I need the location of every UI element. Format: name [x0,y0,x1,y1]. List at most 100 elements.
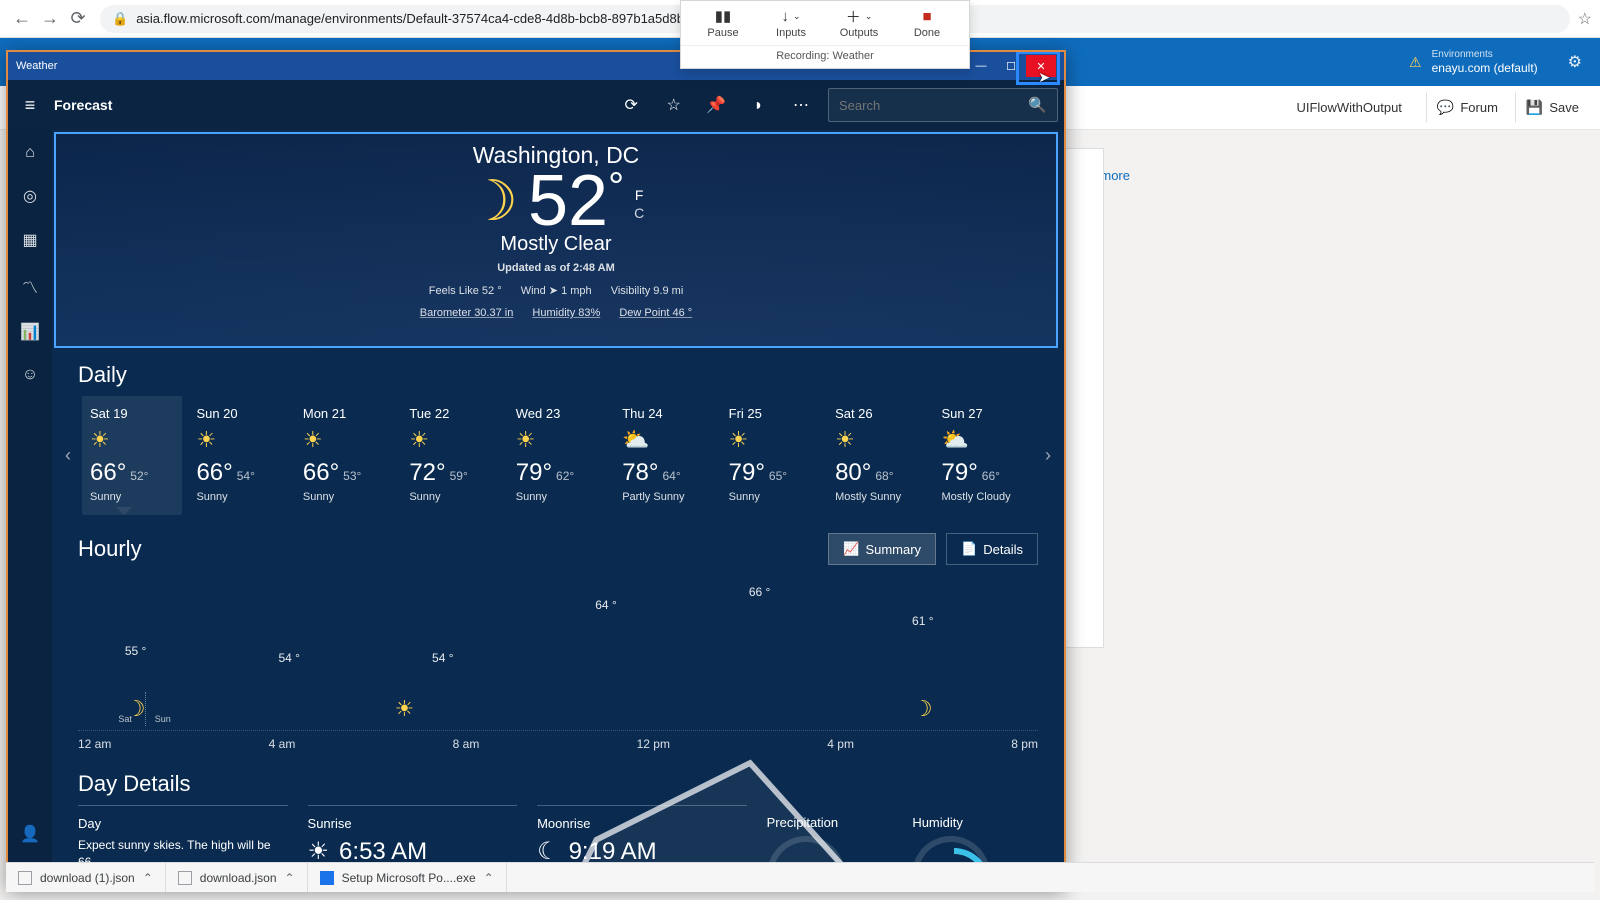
daily-card[interactable]: Fri 25 ☀ 79° 65° Sunny [721,396,821,515]
weather-icon: ☀ [303,427,387,453]
recorder-outputs-button[interactable]: ＋⌄Outputs [825,5,893,39]
low-temp: 66° [982,469,1000,483]
refresh-icon[interactable]: ⟳ [612,95,650,115]
high-temp: 78° [622,459,658,486]
download-chip[interactable]: download (1).json⌃ [6,863,166,892]
day-name: Mon 21 [303,406,387,421]
day-name: Fri 25 [729,406,813,421]
day-condition: Mostly Sunny [835,491,919,503]
current-conditions-hero[interactable]: Washington, DC ☽ 52° F C Mostly Clear Up… [54,132,1058,348]
daily-card[interactable]: Sun 27⛅79°66°Mostly Cloudy [934,396,1034,515]
daily-card[interactable]: Sun 20☀66°54°Sunny [188,396,288,515]
hourly-title: Hourly [78,536,142,562]
environment-picker[interactable]: Environments enayu.com (default) [1432,49,1538,75]
forum-link[interactable]: 💬Forum [1426,92,1509,123]
high-temp: 80° [835,459,871,486]
hourly-point: 54 ° [432,651,453,665]
pause-icon: ▮▮ [689,5,757,27]
low-temp: 65° [769,469,787,483]
low-temp: 62° [556,469,574,483]
day-name: Sun 27 [942,406,1026,421]
weather-top-bar: ≡ Forecast ⟳ ☆ 📌 ◗ ⋯ 🔍 [8,80,1064,130]
daily-prev-button[interactable]: ‹ [60,445,76,466]
weather-icon: ☀ [516,427,600,453]
favorite-icon[interactable]: ☆ [655,95,693,115]
daily-next-button[interactable]: › [1040,445,1056,466]
unit-f[interactable]: F [634,186,644,204]
day-condition: Sunny [409,491,493,503]
radar-icon[interactable]: ◎ [23,186,37,206]
weather-icon: ☀ [835,427,919,453]
top-icons: ⟳ ☆ 📌 ◗ ⋯ [612,95,820,115]
stop-icon: ■ [893,5,961,27]
unit-c[interactable]: C [634,204,644,222]
metrics-row-1: Feels Like 52 ° Wind ➤ 1 mph Visibility … [56,284,1056,297]
current-temp: 52 [528,161,608,241]
high-temp: 72° [409,459,445,486]
high-temp: 79° [942,459,978,486]
hamburger-icon[interactable]: ≡ [16,95,44,116]
maximize-button[interactable]: ☐ [996,55,1026,77]
recorder-done-button[interactable]: ■Done [893,5,961,39]
save-button[interactable]: 💾Save [1515,92,1590,123]
moon-icon[interactable]: ◗ [740,97,778,115]
chevron-down-icon: ⌄ [793,11,801,22]
daily-card[interactable]: Sat 19☀66°52°Sunny [82,396,182,515]
history-icon[interactable]: 📊 [20,322,40,342]
moon-icon: ☽ [913,696,933,722]
close-button[interactable]: ✕ ➤ [1026,55,1056,77]
day-condition: Mostly Cloudy [942,491,1026,503]
downloads-bar: download (1).json⌃ download.json⌃ Setup … [6,862,1594,892]
more-icon[interactable]: ⋯ [782,95,820,115]
chevron-up-icon[interactable]: ⌃ [285,871,295,885]
page-title: Forecast [54,97,112,113]
updated-text: Updated as of 2:48 AM [56,262,1056,274]
low-temp: 64° [662,469,680,483]
weather-icon: ☀ [729,427,813,453]
cursor-icon: ➤ [1038,69,1050,86]
daily-card[interactable]: Tue 22☀72°59°Sunny [401,396,501,515]
condition-text: Mostly Clear [56,233,1056,256]
home-icon[interactable]: ⌂ [25,144,35,162]
low-temp: 52° [130,469,148,483]
forward-button[interactable]: → [36,5,64,33]
chat-icon: 💬 [1437,99,1454,116]
hourly-chart[interactable]: 55 ° 54 ° 54 ° 64 ° 66 ° 61 ° ☽ ☀ ☽ Sat … [78,571,1038,731]
download-chip[interactable]: Setup Microsoft Po....exe⌃ [308,863,507,892]
hourly-details-button[interactable]: 📄Details [946,533,1038,565]
reload-button[interactable]: ⟳ [64,5,92,33]
day-condition: Sunny [729,491,813,503]
high-temp: 66° [303,459,339,486]
back-button[interactable]: ← [8,5,36,33]
bookmark-star-icon[interactable]: ☆ [1578,9,1592,29]
recorder-inputs-button[interactable]: ↓⌄Inputs [757,5,825,39]
chevron-up-icon[interactable]: ⌃ [143,871,153,885]
download-chip[interactable]: download.json⌃ [166,863,308,892]
weather-app-window: Weather — ☐ ✕ ➤ ≡ Forecast ⟳ ☆ 📌 ◗ ⋯ 🔍 ⌂… [6,50,1066,890]
hourly-summary-button[interactable]: 📈Summary [828,533,936,565]
search-icon[interactable]: 🔍 [1028,96,1047,114]
pin-icon[interactable]: 📌 [697,95,735,115]
daily-card[interactable]: Wed 23☀79°62°Sunny [508,396,608,515]
recorder-pause-button[interactable]: ▮▮Pause [689,5,757,39]
hourly-point: 66 ° [749,585,770,599]
high-temp: 66° [90,459,126,486]
daily-card[interactable]: Sat 26☀80°68°Mostly Sunny [827,396,927,515]
minimize-button[interactable]: — [966,55,996,77]
plus-icon: ＋ [846,6,861,27]
account-icon[interactable]: 👤 [20,824,40,844]
daily-card[interactable]: Mon 21☀66°53°Sunny [295,396,395,515]
search-input[interactable] [839,98,1028,113]
maps-icon[interactable]: ▦ [22,230,37,250]
gear-icon[interactable]: ⚙ [1568,52,1582,72]
flow-name[interactable]: UIFlowWithOutput [1296,100,1401,115]
recorder-toolbar: ▮▮Pause ↓⌄Inputs ＋⌄Outputs ■Done Recordi… [680,0,970,69]
chevron-up-icon[interactable]: ⌃ [484,871,494,885]
unit-toggle[interactable]: F C [634,186,644,222]
trends-icon[interactable]: 〽 [22,274,38,298]
high-temp: 79° [729,459,765,486]
search-box[interactable]: 🔍 [828,88,1058,122]
daily-card[interactable]: Thu 24⛅78°64°Partly Sunny [614,396,714,515]
low-temp: 53° [343,469,361,483]
smile-icon[interactable]: ☺ [22,366,38,384]
